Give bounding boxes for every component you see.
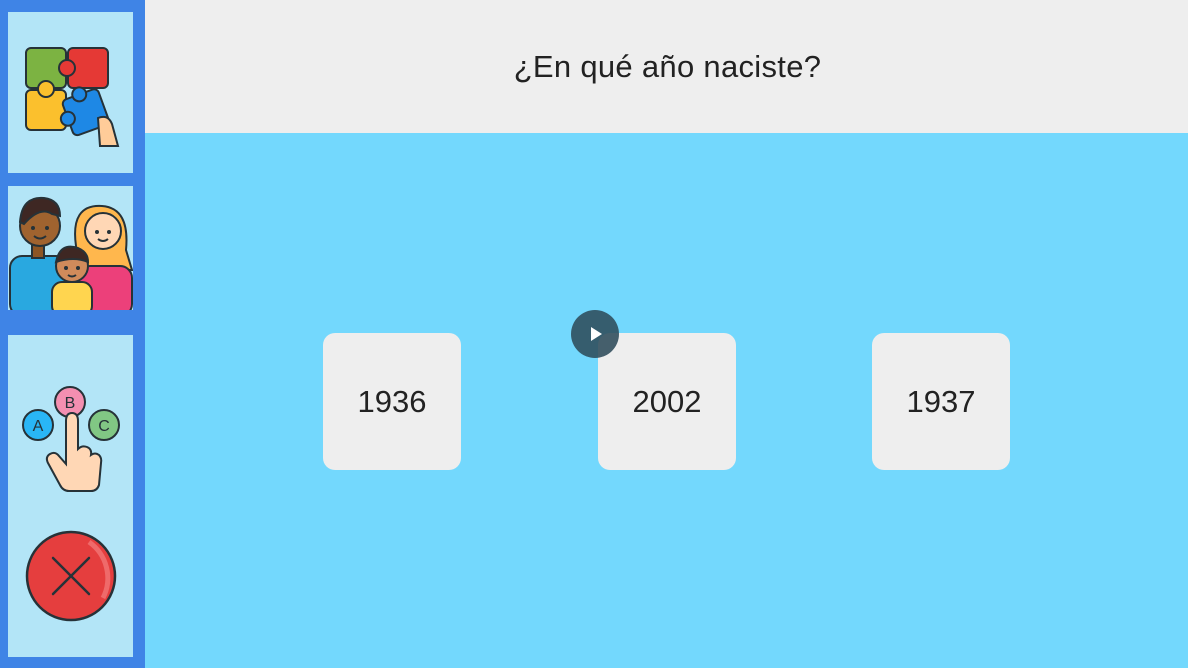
play-icon [591, 327, 602, 341]
puzzle-button[interactable] [8, 12, 133, 173]
sidebar: A B C [0, 0, 145, 668]
play-button[interactable] [571, 310, 619, 358]
puzzle-icon [24, 46, 119, 147]
close-button[interactable] [25, 530, 117, 622]
answer-option-3[interactable]: 1937 [872, 333, 1010, 470]
family-button[interactable] [8, 186, 133, 310]
svg-text:B: B [65, 395, 76, 412]
quiz-panel: A B C [8, 335, 133, 657]
svg-text:C: C [98, 418, 110, 435]
question-header: ¿En qué año naciste? [145, 0, 1188, 133]
app-root: A B C ¿En qué año naciste? 1936 2002 193… [0, 0, 1188, 668]
close-icon [25, 530, 117, 622]
svg-text:A: A [33, 418, 44, 435]
answer-option-2[interactable]: 2002 [598, 333, 736, 470]
family-icon [9, 196, 133, 310]
question-text: ¿En qué año naciste? [513, 48, 822, 84]
abc-choice-icon[interactable]: A B C [8, 355, 133, 495]
answer-option-1[interactable]: 1936 [323, 333, 461, 470]
